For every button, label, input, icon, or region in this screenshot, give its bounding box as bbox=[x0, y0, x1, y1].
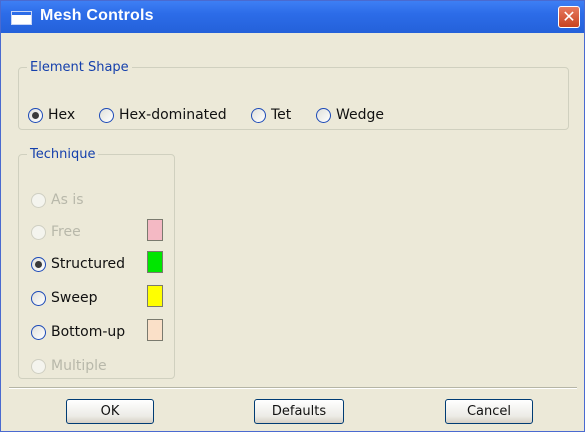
radio-sweep[interactable]: Sweep bbox=[31, 290, 97, 306]
radio-indicator bbox=[251, 107, 266, 123]
radio-indicator bbox=[316, 107, 331, 123]
radio-multiple-label: Multiple bbox=[51, 358, 107, 374]
button-divider bbox=[9, 387, 577, 389]
radio-structured-label: Structured bbox=[51, 256, 126, 272]
structured-color-swatch bbox=[147, 251, 163, 273]
element-shape-group: Element Shape Hex Hex-dominated Tet Wedg… bbox=[18, 60, 569, 130]
mesh-controls-dialog: Mesh Controls ✕ Element Shape Hex Hex-do… bbox=[0, 0, 585, 432]
technique-legend: Technique bbox=[30, 147, 96, 162]
radio-multiple[interactable]: Multiple bbox=[31, 358, 107, 374]
ok-button[interactable]: OK bbox=[66, 399, 154, 424]
radio-as-is-label: As is bbox=[51, 192, 84, 208]
close-button[interactable]: ✕ bbox=[558, 6, 580, 28]
radio-hex-dominated[interactable]: Hex-dominated bbox=[99, 107, 227, 123]
cancel-button[interactable]: Cancel bbox=[445, 399, 533, 424]
radio-hex[interactable]: Hex bbox=[28, 107, 75, 123]
defaults-button[interactable]: Defaults bbox=[254, 399, 344, 424]
sweep-color-swatch bbox=[147, 285, 163, 307]
radio-structured[interactable]: Structured bbox=[31, 256, 125, 272]
radio-indicator bbox=[31, 192, 46, 208]
window-title: Mesh Controls bbox=[40, 7, 154, 24]
radio-wedge-label: Wedge bbox=[336, 107, 385, 123]
radio-indicator bbox=[31, 290, 46, 306]
radio-indicator bbox=[99, 107, 114, 123]
radio-free[interactable]: Free bbox=[31, 224, 81, 240]
radio-bottom-up[interactable]: Bottom-up bbox=[31, 324, 125, 340]
radio-indicator bbox=[31, 358, 46, 374]
free-color-swatch bbox=[147, 219, 163, 241]
technique-group: Technique As is Free Structured Sweep Bo… bbox=[18, 147, 175, 379]
radio-bottom-up-label: Bottom-up bbox=[51, 324, 126, 340]
radio-free-label: Free bbox=[51, 224, 81, 240]
radio-indicator bbox=[31, 224, 46, 240]
title-bar[interactable]: Mesh Controls ✕ bbox=[1, 1, 584, 33]
radio-tet[interactable]: Tet bbox=[251, 107, 291, 123]
radio-wedge[interactable]: Wedge bbox=[316, 107, 384, 123]
radio-sweep-label: Sweep bbox=[51, 290, 98, 306]
radio-indicator bbox=[28, 107, 43, 123]
radio-tet-label: Tet bbox=[271, 107, 292, 123]
window-icon bbox=[11, 11, 32, 25]
radio-hex-label: Hex bbox=[48, 107, 76, 123]
radio-indicator bbox=[31, 256, 46, 272]
bottom-up-color-swatch bbox=[147, 319, 163, 341]
radio-hex-dominated-label: Hex-dominated bbox=[119, 107, 227, 123]
radio-indicator bbox=[31, 324, 46, 340]
element-shape-legend: Element Shape bbox=[30, 60, 129, 75]
radio-as-is[interactable]: As is bbox=[31, 192, 84, 208]
